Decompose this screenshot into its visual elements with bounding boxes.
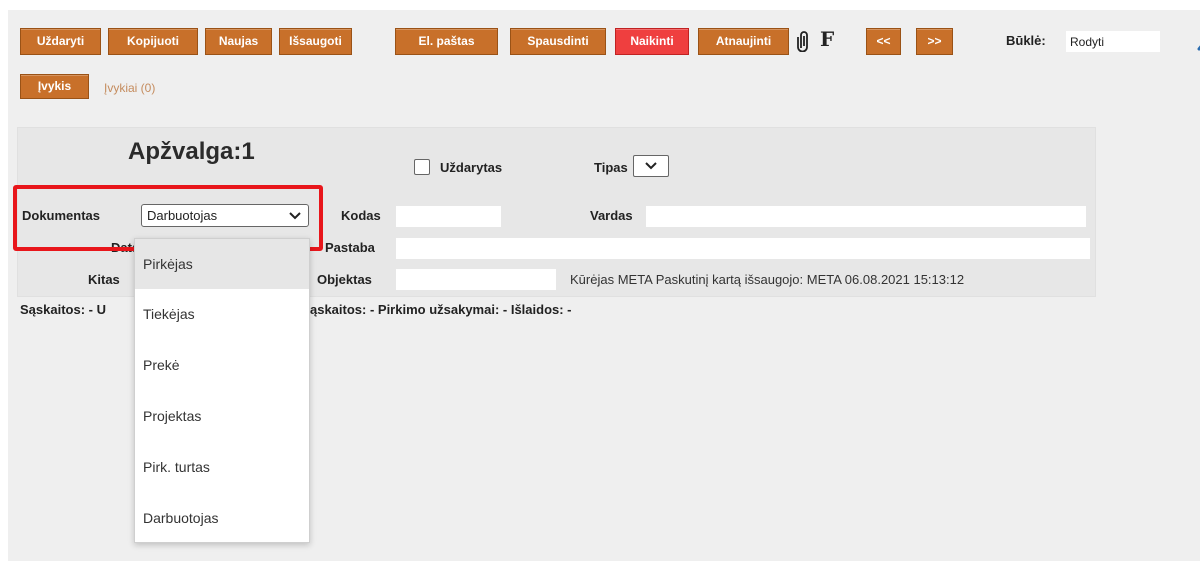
summary-right: ąskaitos: - Pirkimo užsakymai: - Išlaido… xyxy=(309,302,572,317)
previous-button[interactable]: << xyxy=(866,28,901,55)
email-button[interactable]: El. paštas xyxy=(395,28,498,55)
dropdown-option-pirk-turtas[interactable]: Pirk. turtas xyxy=(135,442,309,492)
refresh-button[interactable]: Atnaujinti xyxy=(698,28,789,55)
name-label: Vardas xyxy=(590,208,633,223)
code-field[interactable] xyxy=(396,206,501,227)
note-field[interactable] xyxy=(396,238,1090,259)
event-button[interactable]: Įvykis xyxy=(20,74,89,99)
dropdown-option-darbuotojas[interactable]: Darbuotojas xyxy=(135,493,309,543)
chevron-down-icon xyxy=(289,212,301,220)
document-dropdown-list: Pirkėjas Tiekėjas Prekė Projektas Pirk. … xyxy=(134,238,310,543)
code-label: Kodas xyxy=(341,208,381,223)
dropdown-option-projektas[interactable]: Projektas xyxy=(135,391,309,441)
document-select-value: Darbuotojas xyxy=(147,208,218,223)
events-link[interactable]: Įvykiai (0) xyxy=(104,81,155,95)
document-select[interactable]: Darbuotojas xyxy=(141,204,309,227)
closed-label: Uždarytas xyxy=(440,160,503,175)
closed-checkbox[interactable] xyxy=(414,159,430,175)
dropdown-option-tiekejas[interactable]: Tiekėjas xyxy=(135,289,309,339)
copy-button[interactable]: Kopijuoti xyxy=(108,28,198,55)
chevron-down-icon xyxy=(645,162,657,170)
next-button[interactable]: >> xyxy=(916,28,953,55)
page-title: Apžvalga:1 xyxy=(128,138,255,165)
close-button[interactable]: Uždaryti xyxy=(20,28,101,55)
note-label: Pastaba xyxy=(325,240,375,255)
object-label: Objektas xyxy=(317,272,372,287)
audit-info: Kūrėjas META Paskutinį kartą išsaugojo: … xyxy=(570,272,965,287)
f-icon[interactable]: F xyxy=(820,27,834,51)
toolbar: Uždaryti Kopijuoti Naujas Išsaugoti El. … xyxy=(20,27,1200,57)
delete-button[interactable]: Naikinti xyxy=(615,28,689,55)
dropdown-option-pirkejas[interactable]: Pirkėjas xyxy=(135,239,309,289)
status-field[interactable] xyxy=(1066,31,1160,52)
document-label: Dokumentas xyxy=(22,208,101,223)
new-button[interactable]: Naujas xyxy=(205,28,272,55)
name-field[interactable] xyxy=(646,206,1086,227)
other-label: Kitas xyxy=(88,272,120,287)
summary-left: Sąskaitos: - U xyxy=(20,302,106,317)
paperclip-icon[interactable] xyxy=(797,30,811,57)
type-label: Tipas xyxy=(594,160,628,175)
save-button[interactable]: Išsaugoti xyxy=(279,28,352,55)
print-button[interactable]: Spausdinti xyxy=(510,28,606,55)
type-select[interactable] xyxy=(633,155,669,177)
status-label: Būklė: xyxy=(1006,33,1046,48)
wrench-icon[interactable] xyxy=(1196,28,1200,52)
dropdown-option-preke[interactable]: Prekė xyxy=(135,340,309,390)
object-field[interactable] xyxy=(396,269,556,290)
